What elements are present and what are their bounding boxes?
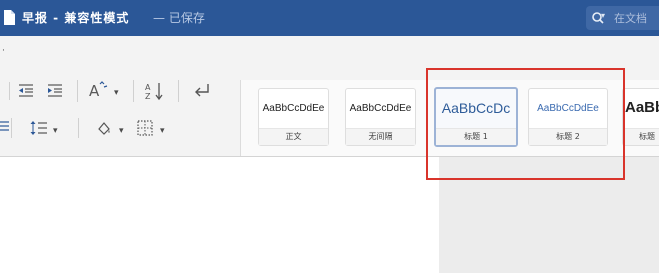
- chevron-down-icon[interactable]: ▾: [119, 123, 124, 139]
- svg-text:A: A: [145, 83, 151, 92]
- chevron-down-icon: ▾: [601, 11, 606, 20]
- chevron-down-icon[interactable]: ▾: [114, 85, 119, 101]
- svg-text:A: A: [89, 82, 100, 99]
- shading-icon[interactable]: [96, 120, 112, 136]
- paragraph-mark-icon[interactable]: [192, 82, 212, 100]
- svg-text:Z: Z: [145, 92, 151, 101]
- divider: [133, 80, 134, 102]
- document-icon: [4, 10, 15, 25]
- title-bar: 早报 - 兼容性模式 — 已保存 ▾ 在文档: [0, 0, 659, 36]
- increase-indent-icon[interactable]: [47, 83, 63, 97]
- line-spacing-icon[interactable]: [30, 120, 48, 136]
- style-preview: AaBb: [625, 99, 659, 116]
- divider: [77, 80, 78, 102]
- style-label: 无间隔: [346, 128, 415, 145]
- style-label: 标题: [623, 128, 659, 145]
- justify-icon[interactable]: [0, 120, 10, 134]
- decrease-indent-icon[interactable]: [18, 83, 34, 97]
- search-input[interactable]: 在文档: [614, 10, 647, 26]
- style-no-spacing[interactable]: AaBbCcDdEe 无间隔: [345, 88, 416, 146]
- style-preview: AaBbCcDdEe: [262, 103, 325, 114]
- highlight-annotation: [426, 68, 625, 180]
- save-status: — 已保存: [153, 11, 205, 25]
- divider: [11, 118, 12, 138]
- sort-icon[interactable]: AZ: [144, 81, 168, 101]
- style-preview: AaBbCcDdEe: [349, 103, 412, 114]
- divider: [9, 82, 10, 100]
- divider: [78, 118, 79, 138]
- search-box[interactable]: ▾ 在文档: [586, 6, 659, 30]
- style-normal[interactable]: AaBbCcDdEe 正文: [258, 88, 329, 146]
- chevron-down-icon[interactable]: ▾: [160, 123, 165, 139]
- style-label: 正文: [259, 128, 328, 145]
- borders-icon[interactable]: [137, 120, 153, 136]
- chevron-down-icon[interactable]: ▾: [53, 123, 58, 139]
- window-title: 早报 - 兼容性模式: [22, 11, 130, 25]
- divider: [178, 80, 179, 102]
- text-effects-icon[interactable]: A: [88, 81, 110, 99]
- tab-row-edge: ·: [2, 46, 5, 56]
- style-title[interactable]: AaBb 标题: [622, 88, 659, 146]
